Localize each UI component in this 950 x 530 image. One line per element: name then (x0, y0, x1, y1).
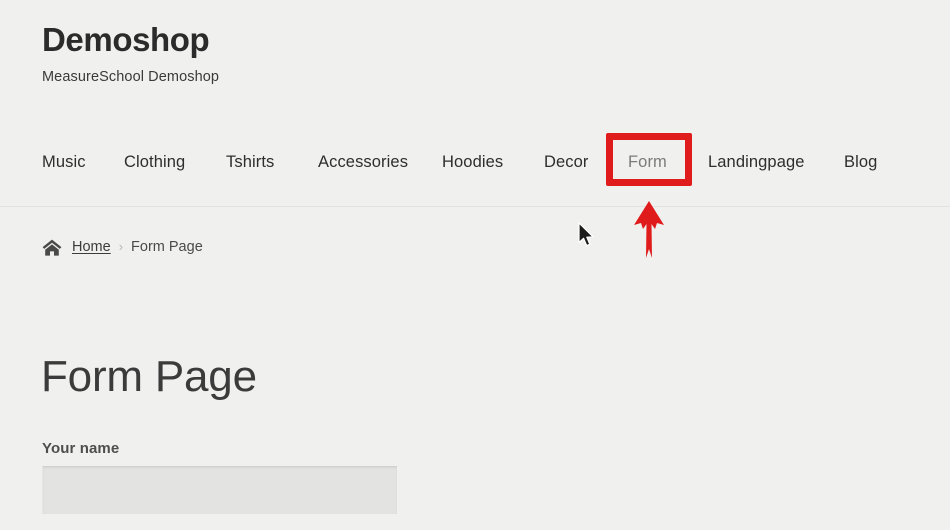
mouse-cursor-icon (577, 222, 597, 250)
nav-item-music[interactable]: Music (42, 150, 86, 174)
main-navigation: Music Clothing Tshirts Accessories Hoodies De… (0, 150, 950, 184)
home-icon[interactable] (42, 239, 62, 256)
nav-item-decor[interactable]: Decor (544, 150, 589, 174)
your-name-label: Your name (42, 440, 120, 457)
site-tagline: MeasureSchool Demoshop (42, 69, 220, 86)
your-name-input[interactable] (42, 466, 397, 514)
site-header: Demoshop MeasureSchool Demoshop (42, 21, 220, 86)
page-title: Form Page (41, 352, 257, 401)
site-title[interactable]: Demoshop (42, 21, 219, 58)
nav-list: Music Clothing Tshirts Accessories Hoodies De… (0, 150, 950, 184)
form-field-your-name: Your name (42, 440, 397, 514)
nav-item-form[interactable]: Form (628, 150, 667, 174)
nav-item-hoodies[interactable]: Hoodies (442, 150, 503, 174)
nav-divider (0, 206, 950, 207)
breadcrumb: Home › Form Page (42, 238, 203, 256)
page-root: Demoshop MeasureSchool Demoshop Music Clo… (0, 0, 950, 530)
red-arrow-annotation-icon (628, 198, 670, 262)
breadcrumb-link-home[interactable]: Home (72, 239, 111, 255)
breadcrumb-current-page: Form Page (131, 238, 203, 255)
nav-item-tshirts[interactable]: Tshirts (226, 150, 274, 174)
nav-item-blog[interactable]: Blog (844, 150, 877, 174)
nav-item-accessories[interactable]: Accessories (318, 150, 408, 174)
nav-item-clothing[interactable]: Clothing (124, 150, 185, 174)
nav-item-landingpage[interactable]: Landingpage (708, 150, 805, 174)
breadcrumb-separator-icon: › (118, 239, 124, 254)
